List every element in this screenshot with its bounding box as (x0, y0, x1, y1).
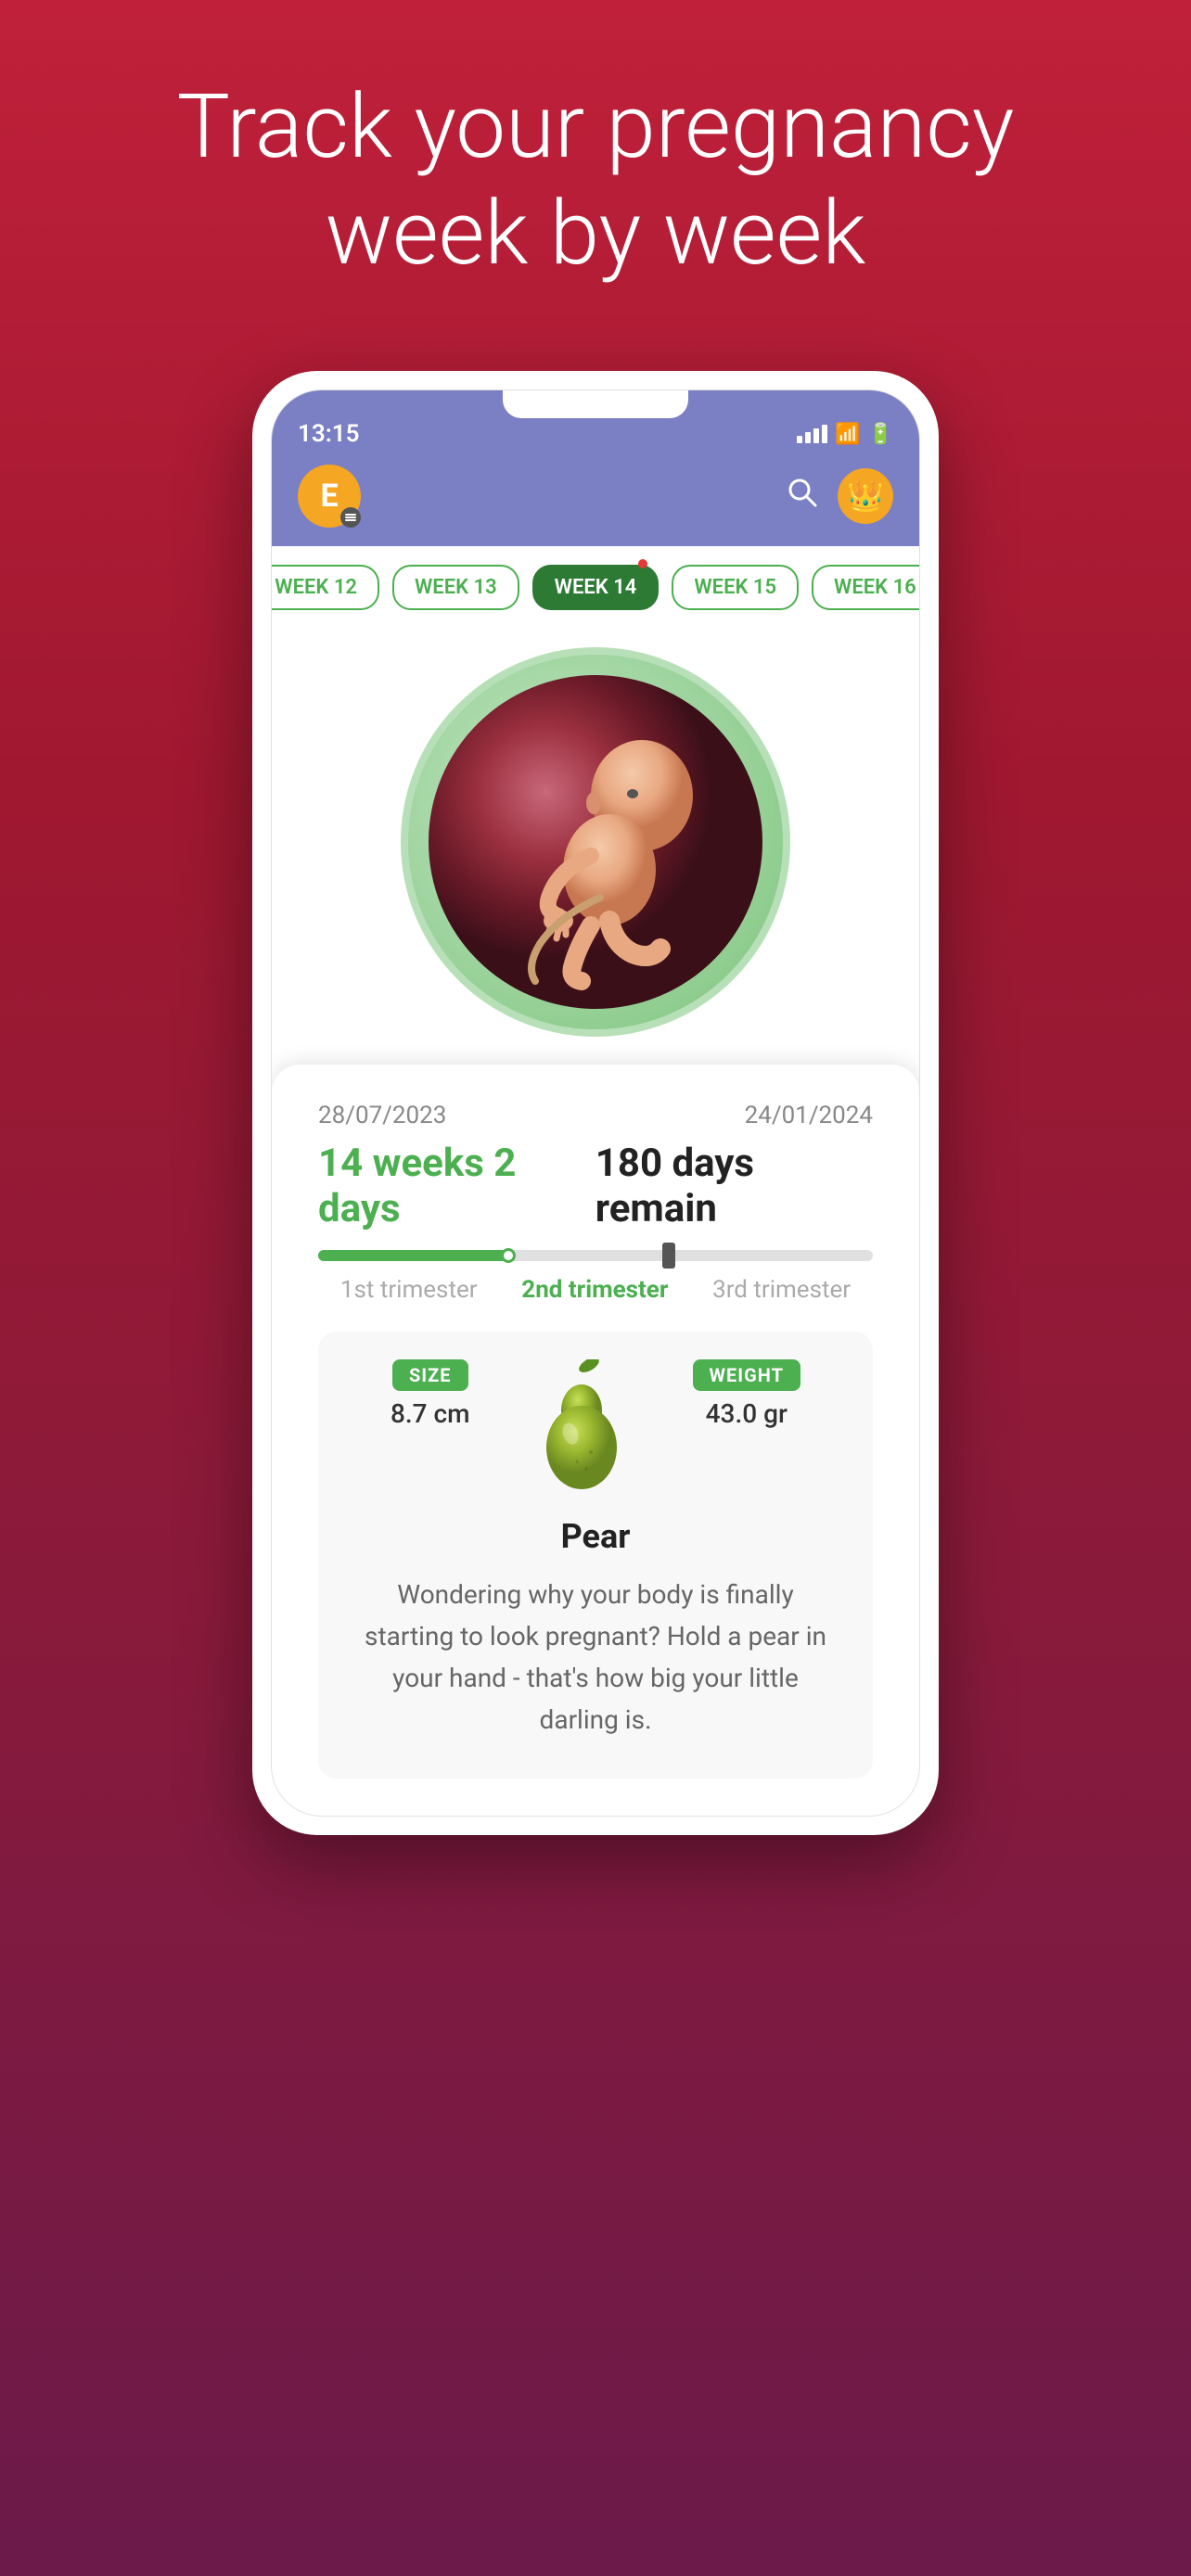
progress-marker (501, 1248, 516, 1263)
week-15-pill[interactable]: WEEK 15 (672, 565, 799, 610)
phone-screen: 13:15 📶 🔋 E (271, 389, 920, 1816)
end-date: 24/01/2024 (745, 1102, 873, 1129)
week-16-pill[interactable]: WEEK 16 (812, 565, 919, 610)
user-avatar[interactable]: E (298, 465, 361, 528)
weight-badge: WEIGHT 43.0 gr (693, 1359, 800, 1429)
fruit-description: Wondering why your body is finally start… (364, 1575, 827, 1741)
notch (503, 390, 688, 418)
progress-bar-fill (318, 1250, 512, 1261)
size-badge: SIZE 8.7 cm (391, 1359, 470, 1429)
fetus-display (272, 610, 919, 1065)
trimester-3-label: 3rd trimester (712, 1276, 851, 1304)
week-12-pill[interactable]: WEEK 12 (272, 565, 379, 610)
pear-svg (526, 1359, 637, 1498)
phone-mockup: 13:15 📶 🔋 E (252, 371, 939, 1834)
info-card: 28/07/2023 24/01/2024 14 weeks 2 days 18… (272, 1065, 919, 1815)
week-info-row: 14 weeks 2 days 180 days remain (318, 1141, 873, 1231)
progress-bar-bg (318, 1250, 873, 1261)
date-row: 28/07/2023 24/01/2024 (318, 1102, 873, 1129)
trimester-2-label: 2nd trimester (521, 1276, 668, 1304)
battery-icon: 🔋 (868, 423, 893, 446)
fruit-name: Pear (346, 1517, 845, 1556)
trimester-1-label: 1st trimester (340, 1276, 478, 1304)
progress-marker2 (662, 1243, 675, 1269)
avatar-letter: E (320, 478, 338, 515)
progress-container (318, 1250, 873, 1261)
size-label: SIZE (392, 1359, 468, 1391)
notch-area (272, 390, 919, 409)
weight-label: WEIGHT (693, 1359, 800, 1391)
pear-illustration (526, 1359, 637, 1498)
search-button[interactable] (786, 476, 819, 517)
week-13-pill[interactable]: WEEK 13 (392, 565, 519, 610)
size-weight-row: SIZE 8.7 cm (346, 1359, 845, 1498)
phone-container: 13:15 📶 🔋 E (0, 371, 1191, 1834)
signal-icon (797, 425, 827, 443)
fetus-svg (429, 675, 762, 1009)
days-remain: 180 days remain (596, 1141, 873, 1231)
week-selector: WEEK 12 WEEK 13 WEEK 14 WEEK 15 WEEK 16 (272, 546, 919, 610)
hero-title: Track your pregnancy week by week (0, 0, 1191, 343)
week-14-pill[interactable]: WEEK 14 (532, 565, 660, 610)
status-icons: 📶 🔋 (797, 423, 893, 446)
avatar-badge (340, 507, 361, 528)
time-display: 13:15 (298, 420, 360, 448)
weight-value: 43.0 gr (706, 1398, 788, 1429)
start-date: 28/07/2023 (318, 1102, 446, 1129)
app-header: E (272, 455, 919, 546)
weeks-text: 14 weeks 2 days (318, 1141, 596, 1231)
premium-avatar[interactable]: 👑 (838, 468, 893, 524)
wifi-icon: 📶 (835, 423, 860, 446)
fetus-circle (401, 647, 790, 1037)
size-card: SIZE 8.7 cm (318, 1332, 873, 1778)
header-actions: 👑 (786, 468, 893, 524)
trimester-row: 1st trimester 2nd trimester 3rd trimeste… (318, 1276, 873, 1304)
size-value: 8.7 cm (391, 1398, 470, 1429)
